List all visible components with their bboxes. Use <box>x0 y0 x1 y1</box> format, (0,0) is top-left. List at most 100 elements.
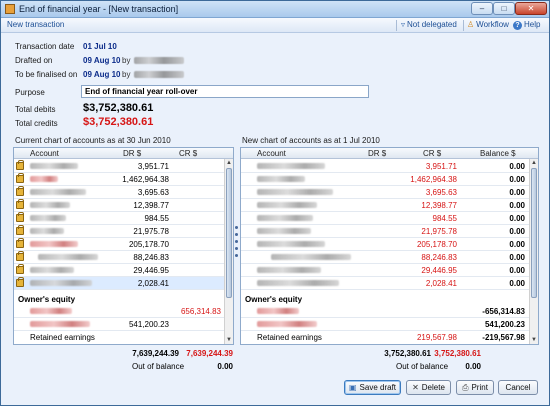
account-name-blurred <box>30 241 78 247</box>
lock-icon <box>16 264 24 274</box>
lock-icon <box>16 238 24 248</box>
save-draft-button[interactable]: ▣ Save draft <box>344 380 401 395</box>
cr-value: 3,695.63 <box>425 188 457 197</box>
total-credits-label: Total credits <box>15 119 58 128</box>
table-row[interactable]: 21,975.78 0.00 <box>241 225 529 238</box>
delete-button[interactable]: ✕ Delete <box>406 380 451 395</box>
table-row[interactable]: Retained earnings 219,567.98 -219,567.98 <box>241 331 529 344</box>
dr-value: 2,028.41 <box>137 279 169 288</box>
purpose-input[interactable]: End of financial year roll-over <box>81 85 369 98</box>
left-panel-title: Current chart of accounts as at 30 Jun 2… <box>15 136 171 145</box>
save-icon: ▣ <box>348 383 357 392</box>
table-row[interactable]: 12,398.77 <box>14 199 224 212</box>
account-name-blurred <box>30 321 90 327</box>
left-scrollbar[interactable]: ▲ ▼ <box>224 159 233 344</box>
balance-value: 0.00 <box>509 162 525 171</box>
table-row[interactable]: 3,951.71 0.00 <box>241 160 529 173</box>
col-dr[interactable]: DR $ <box>368 149 386 158</box>
drafted-by-label: by <box>122 56 131 65</box>
equity-balance-value: -656,314.83 <box>482 307 525 316</box>
account-name-blurred <box>30 163 78 169</box>
table-row[interactable]: -656,314.83 <box>241 305 529 318</box>
table-row[interactable]: 29,446.95 <box>14 264 224 277</box>
account-name-blurred <box>30 176 58 182</box>
splitter-grip <box>235 233 238 236</box>
account-name-blurred <box>257 267 321 273</box>
right-scrollbar[interactable]: ▲ ▼ <box>529 159 538 344</box>
table-row[interactable]: Retained earnings <box>14 331 224 344</box>
equity-balance-value: 541,200.23 <box>484 320 525 329</box>
table-row[interactable]: 984.55 <box>14 212 224 225</box>
delegation-button[interactable]: ▿ Not delegated <box>401 20 457 29</box>
left-out-of-balance-value: 0.00 <box>217 362 233 371</box>
table-row[interactable]: 88,246.83 <box>14 251 224 264</box>
left-total-cr: 7,639,244.39 <box>186 349 233 358</box>
table-row[interactable]: 12,398.77 0.00 <box>241 199 529 212</box>
cr-value: 2,028.41 <box>425 279 457 288</box>
new-accounts-grid[interactable]: Account DR $ CR $ Balance $ 3,951.71 0.00… <box>240 147 539 345</box>
dr-value: 3,695.63 <box>137 188 169 197</box>
col-account[interactable]: Account <box>257 149 286 158</box>
cr-value: 984.55 <box>432 214 457 223</box>
table-row[interactable]: 541,200.23 <box>14 318 224 331</box>
col-dr[interactable]: DR $ <box>123 149 141 158</box>
table-row[interactable]: 205,178.70 <box>14 238 224 251</box>
help-button[interactable]: ? Help <box>513 20 540 30</box>
account-name-blurred <box>257 280 339 286</box>
table-row[interactable]: 21,975.78 <box>14 225 224 238</box>
col-cr[interactable]: CR $ <box>423 149 441 158</box>
print-button[interactable]: ⎙ Print <box>456 380 494 395</box>
help-icon: ? <box>513 21 522 30</box>
col-balance[interactable]: Balance $ <box>480 149 516 158</box>
account-name-blurred <box>30 215 66 221</box>
scroll-up-icon[interactable]: ▲ <box>530 159 538 167</box>
workflow-button[interactable]: ♙ Workflow <box>467 20 509 29</box>
cr-value: 29,446.95 <box>421 266 457 275</box>
table-row[interactable]: 1,462,964.38 <box>14 173 224 186</box>
minimize-button[interactable]: – <box>471 2 493 15</box>
scroll-thumb[interactable] <box>531 168 537 298</box>
col-account[interactable]: Account <box>30 149 59 158</box>
table-row[interactable]: 3,695.63 <box>14 186 224 199</box>
table-row[interactable]: 3,951.71 <box>14 160 224 173</box>
table-row[interactable]: 984.55 0.00 <box>241 212 529 225</box>
maximize-button[interactable]: □ <box>493 2 515 15</box>
scroll-thumb[interactable] <box>226 168 232 298</box>
account-name-blurred <box>30 280 92 286</box>
table-row[interactable]: 2,028.41 <box>14 277 224 290</box>
printer-icon: ⎙ <box>462 383 469 392</box>
delete-label: Delete <box>421 383 445 392</box>
table-row[interactable]: 2,028.41 0.00 <box>241 277 529 290</box>
account-name-blurred <box>30 189 86 195</box>
table-row[interactable]: 1,462,964.38 0.00 <box>241 173 529 186</box>
dr-value: 984.55 <box>144 214 169 223</box>
account-name-blurred <box>30 202 70 208</box>
left-out-of-balance-label: Out of balance <box>132 362 185 371</box>
current-accounts-grid[interactable]: Account DR $ CR $ 3,951.71 1,462,964.38 3,… <box>13 147 234 345</box>
table-row[interactable]: 656,314.83 <box>14 305 224 318</box>
right-panel-title: New chart of accounts as at 1 Jul 2010 <box>242 136 380 145</box>
table-row[interactable]: 29,446.95 0.00 <box>241 264 529 277</box>
balance-value: 0.00 <box>509 266 525 275</box>
col-cr[interactable]: CR $ <box>179 149 197 158</box>
dr-value: 21,975.78 <box>133 227 169 236</box>
scroll-up-icon[interactable]: ▲ <box>225 159 233 167</box>
splitter-grip <box>235 240 238 243</box>
balance-value: 0.00 <box>509 214 525 223</box>
help-label: Help <box>524 20 541 29</box>
tab-new-transaction[interactable]: New transaction <box>7 20 64 29</box>
table-row[interactable]: 3,695.63 0.00 <box>241 186 529 199</box>
table-row[interactable]: 541,200.23 <box>241 318 529 331</box>
table-row[interactable]: 88,246.83 0.00 <box>241 251 529 264</box>
panel-splitter[interactable] <box>234 161 239 331</box>
table-row[interactable]: 205,178.70 0.00 <box>241 238 529 251</box>
finalised-on-label: To be finalised on <box>15 70 78 79</box>
scroll-down-icon[interactable]: ▼ <box>530 336 538 344</box>
close-button[interactable]: ✕ <box>515 2 547 15</box>
finalised-by-label: by <box>122 70 131 79</box>
transaction-form: Transaction date 01 Jul 10 Drafted on 09… <box>1 33 549 133</box>
scroll-down-icon[interactable]: ▼ <box>225 336 233 344</box>
right-total-cr: 3,752,380.61 <box>434 349 481 358</box>
cancel-button[interactable]: Cancel <box>498 380 538 395</box>
balance-value: 0.00 <box>509 201 525 210</box>
